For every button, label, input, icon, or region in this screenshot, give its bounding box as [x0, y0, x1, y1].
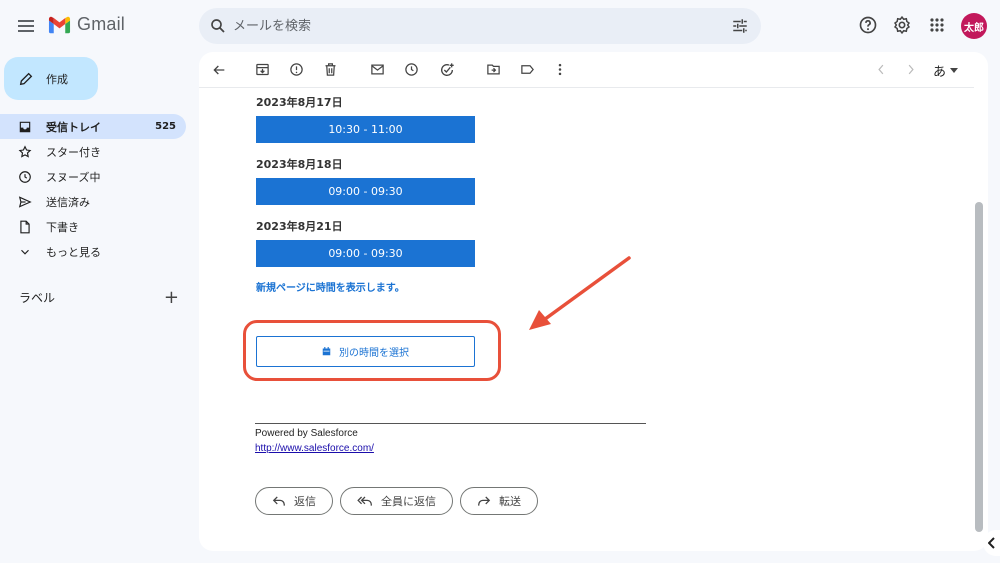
input-tools-button[interactable]: あ — [933, 61, 959, 80]
caret-down-icon — [950, 67, 959, 73]
inbox-icon — [19, 121, 31, 132]
clock-icon — [19, 170, 31, 183]
time-slot-button[interactable]: 09:00 - 09:30 — [256, 240, 475, 267]
sidebar-item-label: 受信トレイ — [46, 120, 101, 134]
more-options-icon[interactable] — [554, 62, 566, 77]
sidebar-item-snoozed[interactable]: スヌーズ中 — [0, 164, 186, 189]
compose-label: 作成 — [46, 72, 68, 86]
gmail-logo[interactable]: Gmail — [48, 14, 125, 35]
forward-label: 転送 — [499, 495, 521, 508]
send-icon — [18, 195, 32, 208]
sidebar-item-label: スター付き — [46, 145, 101, 159]
side-panel-toggle[interactable] — [983, 530, 1000, 556]
add-task-icon[interactable] — [439, 62, 455, 78]
slot-date: 2023年8月21日 — [256, 220, 343, 233]
compose-button[interactable]: 作成 — [4, 57, 98, 100]
sidebar-item-sent[interactable]: 送信済み — [0, 189, 186, 214]
labels-section-header: ラベル + — [19, 287, 179, 308]
settings-gear-icon[interactable] — [892, 15, 912, 35]
pencil-icon — [19, 72, 33, 85]
app-name: Gmail — [77, 14, 126, 34]
account-avatar[interactable]: 太郎 — [961, 13, 987, 39]
slot-date: 2023年8月17日 — [256, 96, 343, 109]
sidebar-item-label: 送信済み — [46, 195, 90, 209]
report-spam-icon[interactable] — [289, 62, 304, 77]
input-language: あ — [933, 65, 947, 80]
label-icon[interactable] — [520, 62, 535, 77]
newer-chevron-left-icon[interactable] — [875, 62, 887, 77]
top-bar: Gmail 太郎 — [0, 0, 1000, 50]
hamburger-menu-icon — [18, 20, 34, 32]
scrollbar-thumb[interactable] — [975, 202, 983, 532]
reply-button[interactable]: 返信 — [255, 487, 333, 515]
sidebar-item-starred[interactable]: スター付き — [0, 139, 186, 164]
forward-icon — [478, 496, 491, 506]
back-arrow-icon[interactable] — [211, 62, 227, 78]
mark-unread-icon[interactable] — [370, 62, 385, 77]
archive-icon[interactable] — [255, 62, 270, 77]
older-chevron-right-icon[interactable] — [905, 62, 917, 77]
reply-icon — [272, 496, 285, 506]
delete-icon[interactable] — [323, 62, 338, 77]
snooze-icon[interactable] — [404, 62, 419, 77]
message-toolbar: あ — [199, 52, 974, 88]
time-slot-button[interactable]: 10:30 - 11:00 — [256, 116, 475, 143]
main-menu-button[interactable] — [14, 14, 38, 38]
forward-button[interactable]: 転送 — [460, 487, 538, 515]
time-slot-button[interactable]: 09:00 - 09:30 — [256, 178, 475, 205]
gmail-m-icon — [48, 16, 71, 33]
salesforce-link[interactable]: http://www.salesforce.com/ — [255, 443, 374, 454]
star-icon — [18, 144, 32, 158]
chevron-down-icon — [21, 249, 29, 255]
move-to-icon[interactable] — [486, 62, 501, 77]
sidebar-item-label: もっと見る — [46, 245, 101, 259]
search-options-icon[interactable] — [731, 17, 749, 35]
slot-date: 2023年8月18日 — [256, 158, 343, 171]
new-page-link[interactable]: 新規ページに時間を表示します。 — [256, 279, 405, 294]
add-label-button[interactable]: + — [164, 287, 179, 308]
search-input[interactable] — [233, 8, 713, 44]
signature-divider — [255, 423, 646, 424]
search-icon[interactable] — [209, 17, 227, 35]
unread-count: 525 — [155, 121, 176, 132]
draft-icon — [20, 220, 30, 233]
labels-heading: ラベル — [19, 291, 56, 305]
sidebar-nav: 受信トレイ 525 スター付き スヌーズ中 送信済み 下書き もっと見る — [0, 114, 186, 264]
reply-label: 返信 — [294, 495, 316, 508]
annotation-highlight-box — [243, 320, 501, 381]
message-pane: あ 2023年8月17日 10:30 - 11:00 2023年8月18日 09… — [199, 52, 988, 551]
chevron-left-icon — [987, 537, 995, 549]
annotation-arrow — [529, 256, 631, 330]
apps-grid-icon[interactable] — [927, 15, 947, 35]
reply-all-icon — [357, 496, 372, 506]
reply-all-label: 全員に返信 — [381, 495, 436, 508]
reply-actions: 返信 全員に返信 転送 — [255, 487, 538, 515]
reply-all-button[interactable]: 全員に返信 — [340, 487, 453, 515]
search-bar[interactable] — [199, 8, 761, 44]
sidebar-item-inbox[interactable]: 受信トレイ 525 — [0, 114, 186, 139]
powered-by-text: Powered by Salesforce — [255, 428, 358, 439]
sidebar-item-more[interactable]: もっと見る — [0, 239, 186, 264]
help-icon[interactable] — [858, 15, 878, 35]
sidebar-item-drafts[interactable]: 下書き — [0, 214, 186, 239]
sidebar-item-label: スヌーズ中 — [46, 170, 101, 184]
sidebar-item-label: 下書き — [46, 220, 79, 234]
